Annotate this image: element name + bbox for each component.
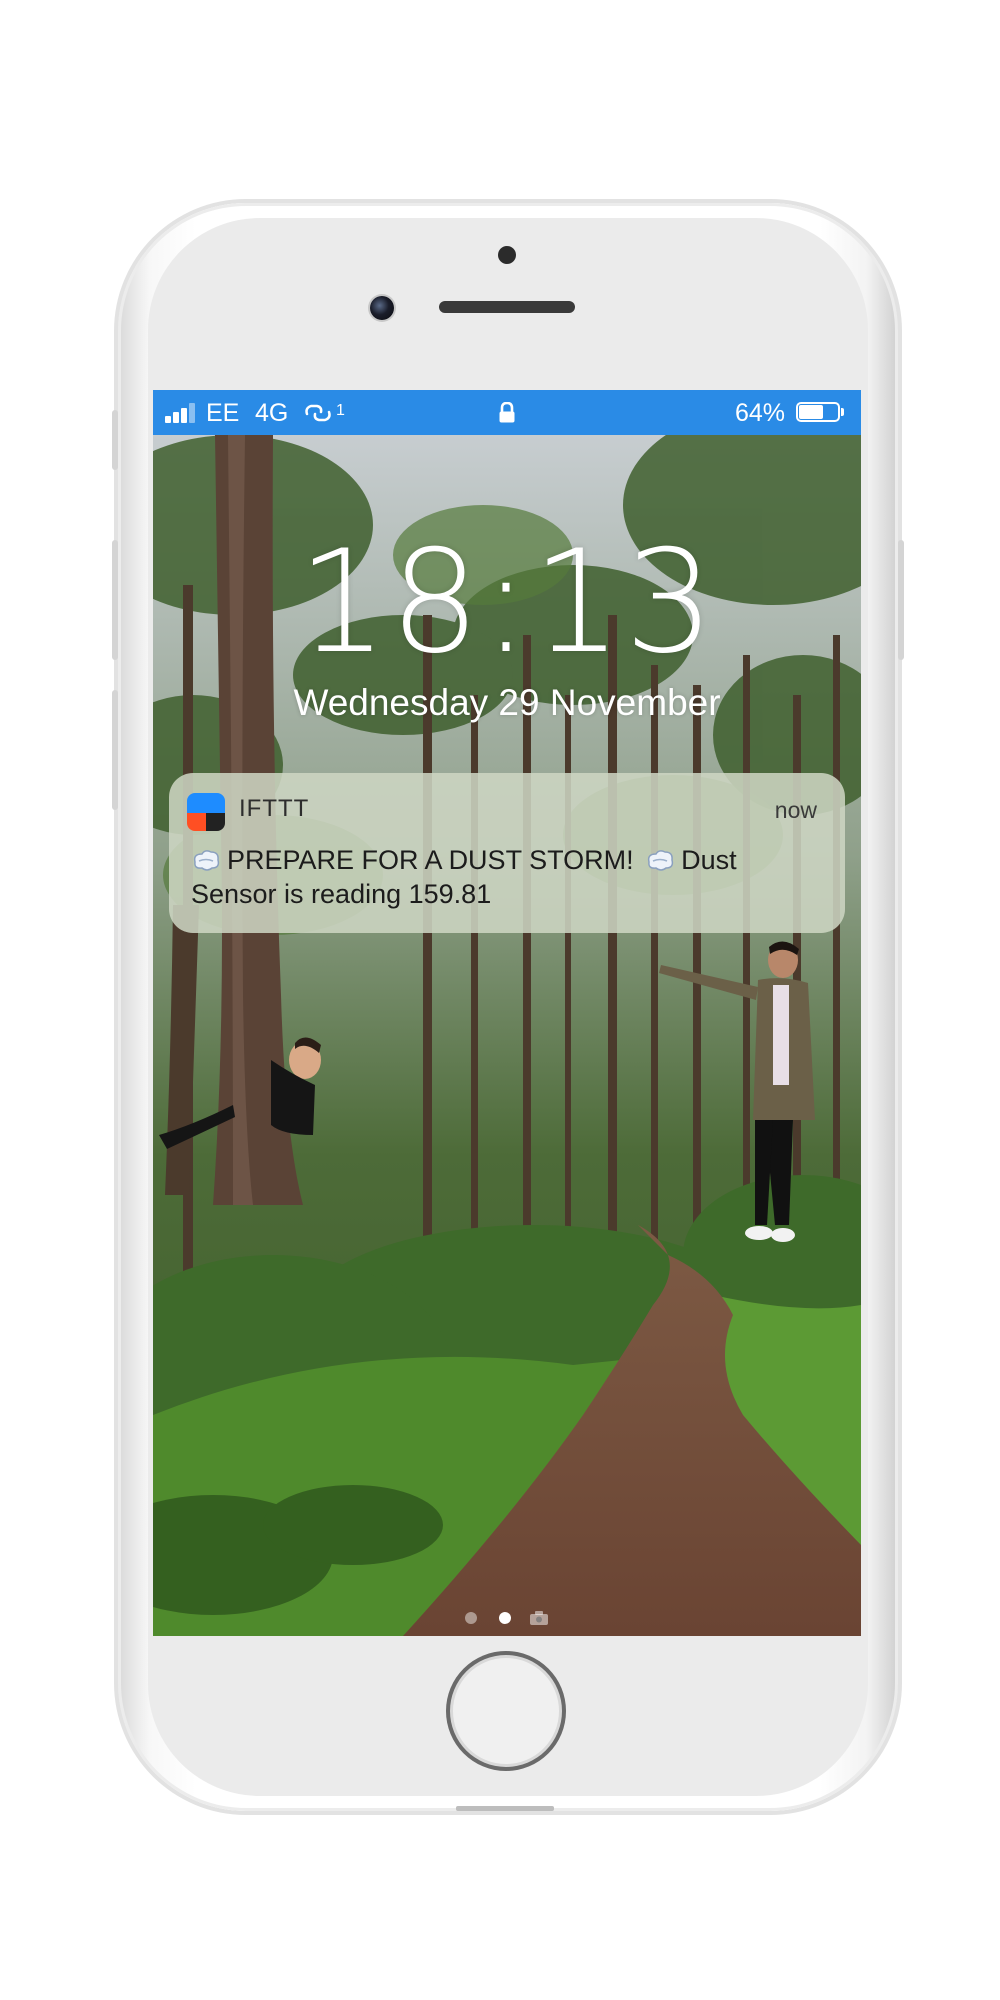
notification-headline: PREPARE FOR A DUST STORM! <box>227 845 634 875</box>
bottom-edge <box>456 1806 554 1811</box>
page-dot-active[interactable] <box>499 1612 511 1624</box>
wind-icon <box>193 850 220 871</box>
battery-percent: 64% <box>735 399 786 427</box>
lockscreen-date: Wednesday 29 November <box>293 682 721 723</box>
home-button[interactable] <box>446 1651 566 1771</box>
proximity-sensor <box>498 246 516 264</box>
camera-icon[interactable] <box>529 1610 549 1626</box>
front-camera <box>370 296 394 320</box>
notification-time: now <box>774 797 817 823</box>
carrier-label: EE <box>206 399 240 427</box>
power-button <box>898 540 904 660</box>
battery-icon <box>796 402 846 424</box>
status-bar: EE 4G 1 64% <box>153 390 861 435</box>
page-dot[interactable] <box>465 1612 477 1624</box>
link-badge: 1 <box>336 402 345 419</box>
volume-up-button <box>112 540 118 660</box>
ifttt-app-icon <box>187 793 225 831</box>
lock-screen: EE 4G 1 64% 18:13 Wednesday 29 November … <box>153 390 861 1636</box>
earpiece-speaker <box>439 301 575 313</box>
ifttt-notification[interactable]: IFTTT now PREPARE FOR A DUST STORM! Dust… <box>169 773 845 933</box>
lockscreen-time: 18:13 <box>297 520 717 685</box>
silent-switch <box>112 410 118 470</box>
wind-icon <box>648 850 674 871</box>
notification-message: PREPARE FOR A DUST STORM! Dust Sensor is… <box>191 843 821 911</box>
lock-icon <box>499 402 515 423</box>
volume-down-button <box>112 690 118 810</box>
network-type: 4G <box>255 399 289 427</box>
page-indicator <box>153 1609 861 1629</box>
link-icon <box>305 404 331 422</box>
signal-icon <box>165 403 201 423</box>
notification-app-name: IFTTT <box>239 795 310 822</box>
